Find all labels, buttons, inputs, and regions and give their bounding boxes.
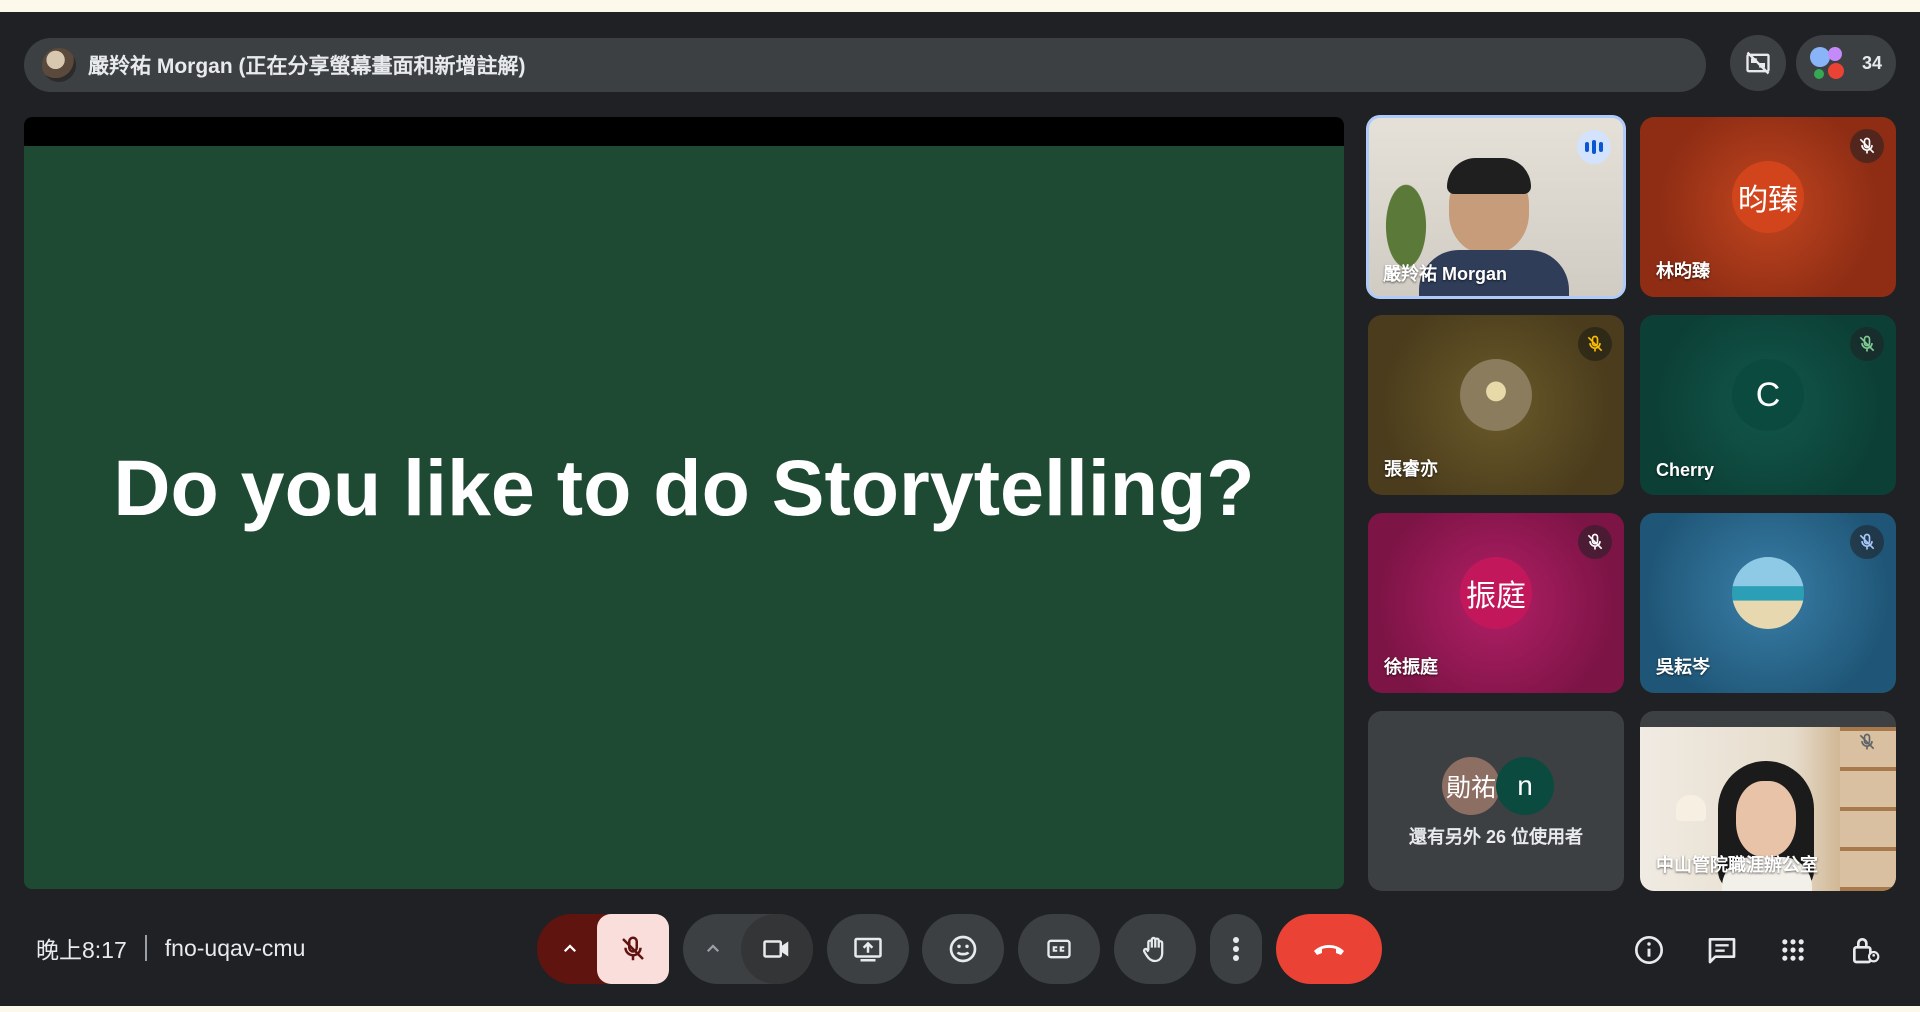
mic-off-icon xyxy=(1859,137,1875,154)
emoji-icon xyxy=(949,935,977,963)
videocam-icon xyxy=(763,940,789,958)
presentation-area: Do you like to do Storytelling? xyxy=(24,117,1344,889)
camera-toggle-button[interactable] xyxy=(741,914,813,984)
speaking-indicator xyxy=(1577,130,1611,164)
duck-avatar xyxy=(1460,359,1532,431)
window-top-strip xyxy=(0,0,1920,12)
divider xyxy=(144,935,147,961)
participant-tile-wuyuncen[interactable]: 吳耘岑 xyxy=(1640,513,1896,693)
others-label: 還有另外 26 位使用者 xyxy=(1408,827,1584,847)
lock-person-icon xyxy=(1853,938,1880,964)
participant-tile-career-office[interactable]: 中山管院職涯辦公室 xyxy=(1640,711,1896,891)
others-avatar-2: n xyxy=(1496,757,1554,815)
participant-name: 徐振庭 xyxy=(1384,657,1438,677)
participant-tile-linyunzhen[interactable]: 昀臻 林昀臻 xyxy=(1640,117,1896,297)
participant-tile-cherry[interactable]: C Cherry xyxy=(1640,315,1896,495)
more-options-button[interactable] xyxy=(1210,914,1262,984)
mic-muted-indicator xyxy=(1850,327,1884,361)
participant-name: 吳耘岑 xyxy=(1656,657,1710,677)
meeting-details-button[interactable] xyxy=(1627,928,1671,972)
activities-button[interactable] xyxy=(1771,928,1815,972)
raise-hand-button[interactable] xyxy=(1114,914,1196,984)
participant-name: 張睿亦 xyxy=(1384,459,1438,479)
mic-off-icon xyxy=(1859,335,1875,352)
video-person-hair xyxy=(1447,158,1531,194)
apps-icon xyxy=(1782,939,1804,961)
mic-off-icon xyxy=(1859,533,1875,550)
video-options-button[interactable] xyxy=(683,914,743,984)
microphone-control-group xyxy=(537,914,669,984)
window-bottom-strip xyxy=(0,1006,1920,1012)
mic-muted-indicator xyxy=(1578,327,1612,361)
participant-name: 中山管院職涯辦公室 xyxy=(1656,855,1818,875)
others-tile[interactable]: 勛祐 n 還有另外 26 位使用者 xyxy=(1368,711,1624,891)
chevron-up-icon xyxy=(563,944,577,953)
mic-muted-indicator xyxy=(1850,129,1884,163)
mic-muted-indicator xyxy=(1850,525,1884,559)
slide-title: Do you like to do Storytelling? xyxy=(113,443,1255,532)
mic-muted-indicator xyxy=(1850,725,1884,759)
present-screen-button[interactable] xyxy=(827,914,909,984)
tiles-off-icon xyxy=(1746,51,1770,75)
hand-icon xyxy=(1142,936,1164,963)
closed-captions-icon xyxy=(1047,939,1071,959)
call-end-icon xyxy=(1314,945,1344,955)
participant-avatars-icon xyxy=(1808,43,1848,83)
audio-options-button[interactable] xyxy=(537,914,603,984)
mic-off-icon xyxy=(1587,533,1603,550)
meeting-details: 晚上8:17 fno-uqav-cmu xyxy=(36,930,305,966)
leave-call-button[interactable] xyxy=(1276,914,1382,984)
more-vert-icon xyxy=(1233,937,1239,961)
presenter-avatar xyxy=(42,48,76,82)
mic-off-icon xyxy=(622,936,644,961)
reactions-button[interactable] xyxy=(922,914,1004,984)
beach-avatar xyxy=(1732,557,1804,629)
presenter-banner[interactable]: 嚴羚祐 Morgan (正在分享螢幕畫面和新增註解) xyxy=(24,38,1706,92)
participant-name: 林昀臻 xyxy=(1656,261,1710,281)
microphone-toggle-button[interactable] xyxy=(597,914,669,984)
video-lamp xyxy=(1676,795,1706,821)
presenter-banner-text: 嚴羚祐 Morgan (正在分享螢幕畫面和新增註解) xyxy=(88,55,526,78)
others-avatar-1: 勛祐 xyxy=(1442,757,1500,815)
mic-off-icon xyxy=(1859,733,1875,750)
chat-button[interactable] xyxy=(1700,928,1744,972)
chevron-up-icon xyxy=(706,944,720,953)
camera-control-group xyxy=(683,914,813,984)
participant-tile-morgan[interactable]: 嚴羚祐 Morgan xyxy=(1366,115,1626,299)
participant-name: Cherry xyxy=(1656,460,1715,480)
participant-initials: 昀臻 xyxy=(1732,161,1804,233)
participant-tile-xuzhenting[interactable]: 振庭 徐振庭 xyxy=(1368,513,1624,693)
clock-time: 晚上8:17 xyxy=(36,937,127,963)
mic-off-icon xyxy=(1587,335,1603,352)
hide-tiles-button[interactable] xyxy=(1730,35,1786,91)
captions-button[interactable] xyxy=(1018,914,1100,984)
meeting-code: fno-uqav-cmu xyxy=(164,934,306,961)
participant-initials: C xyxy=(1732,359,1804,431)
participant-initials: 振庭 xyxy=(1460,557,1532,629)
present-to-all-icon xyxy=(854,937,882,962)
participant-name: 嚴羚祐 Morgan xyxy=(1383,264,1507,284)
participants-button[interactable]: 34 xyxy=(1796,35,1896,91)
video-person-face xyxy=(1736,781,1796,857)
audio-level-icon xyxy=(1585,140,1603,154)
host-controls-button[interactable] xyxy=(1843,928,1887,972)
participant-count: 34 xyxy=(1862,52,1883,73)
info-icon xyxy=(1635,936,1663,964)
chat-icon xyxy=(1708,938,1736,964)
participant-tile-zhangruiyi[interactable]: 張睿亦 xyxy=(1368,315,1624,495)
mic-muted-indicator xyxy=(1578,525,1612,559)
